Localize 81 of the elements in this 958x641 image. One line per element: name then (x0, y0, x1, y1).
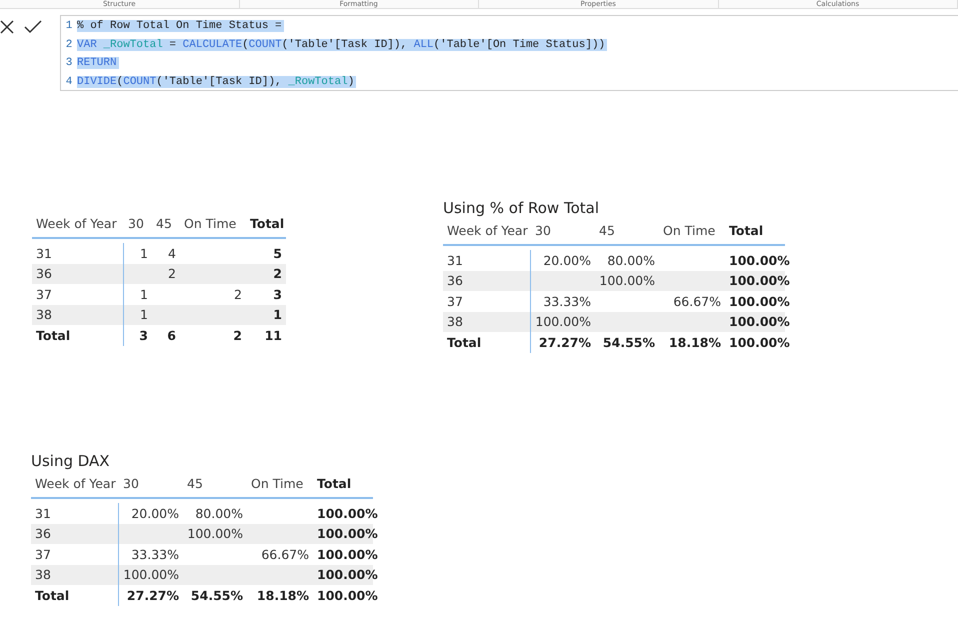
table-cell: 20.00% (131, 506, 179, 521)
table-cell: 27.27% (126, 588, 179, 603)
table-cell: 2 (234, 286, 242, 302)
column-header: Week of Year (447, 223, 528, 238)
column-header: On Time (251, 476, 304, 491)
column-header: 30 (128, 216, 144, 231)
table-cell: 4 (168, 246, 176, 261)
table-cell: 2 (273, 266, 282, 282)
visual-title: Using DAX (31, 452, 111, 470)
table-cell: 33.33% (543, 294, 591, 309)
row-header: 37 (447, 294, 463, 309)
column-header: 30 (535, 223, 551, 238)
row-header: 36 (35, 526, 51, 542)
table-cell: 2 (233, 328, 242, 343)
table-cell: 100.00% (729, 314, 790, 330)
table-cell: 100.00% (535, 314, 591, 330)
row-header: 38 (447, 314, 463, 330)
table-cell: 5 (273, 246, 282, 261)
formula-editor[interactable]: 1 % of Row Total On Time Status = 2 VAR _RowTotal = CALCULATE(COUNT('Table'[Task ID]), ALL('Table'[On Time Status])) 3 RETURN 4 DIVIDE(COUNT('Table'[Task ID]), _RowTotal) (60, 15, 958, 91)
table-cell: 100.00% (317, 506, 378, 521)
column-header: 45 (187, 476, 203, 491)
row-header: 31 (447, 252, 463, 268)
row-header: 38 (35, 567, 51, 582)
table-cell: 18.18% (668, 334, 721, 350)
table-cell: 1 (140, 286, 148, 302)
table-cell: 100.00% (729, 294, 790, 309)
row-header: 37 (35, 546, 51, 562)
table-cell: 18.18% (256, 588, 309, 603)
table-cell: 80.00% (195, 506, 243, 521)
table-cell: 54.55% (190, 588, 243, 603)
column-header: 45 (156, 216, 172, 231)
table-cell: 27.27% (538, 334, 591, 350)
commit-icon[interactable] (24, 20, 42, 34)
table-cell: 66.67% (673, 294, 721, 309)
table-cell: 100.00% (599, 273, 655, 288)
column-header: Total (250, 216, 284, 231)
table-cell: 100.00% (729, 334, 790, 350)
column-header: Week of Year (35, 476, 116, 491)
table-cell: 66.67% (261, 546, 309, 562)
column-header: 30 (123, 476, 139, 491)
table-cell: 1 (140, 246, 148, 261)
table-cell: 54.55% (602, 334, 655, 350)
table-cell: 1 (273, 307, 282, 322)
column-header: 45 (599, 223, 615, 238)
visual-title: Using % of Row Total (443, 199, 600, 217)
row-header: 36 (36, 266, 52, 282)
table-cell: 100.00% (317, 588, 378, 603)
table-cell: 1 (140, 307, 148, 322)
column-header: On Time (663, 223, 716, 238)
column-header: Total (317, 476, 352, 491)
table-cell: 3 (273, 286, 282, 302)
line-number: 4 (64, 76, 74, 88)
row-header: Total (447, 334, 482, 350)
column-header: Week of Year (36, 216, 117, 231)
table-cell: 3 (139, 328, 148, 343)
table-cell: 11 (264, 328, 282, 343)
table-cell: 100.00% (729, 252, 790, 268)
line-number: 2 (64, 38, 74, 51)
table-cell: 100.00% (729, 273, 790, 288)
row-header: 38 (36, 307, 52, 322)
row-header: Total (35, 588, 70, 603)
table-cell: 100.00% (123, 567, 179, 582)
column-header: Total (729, 223, 764, 238)
table-cell: 100.00% (317, 546, 378, 562)
table-cell: 33.33% (131, 546, 179, 562)
table-cell: 6 (167, 328, 176, 343)
table-cell: 100.00% (317, 526, 378, 542)
row-header: 36 (447, 273, 463, 288)
table-cell: 2 (168, 266, 176, 282)
table-cell: 100.00% (187, 526, 243, 542)
row-header: 37 (36, 286, 52, 302)
row-header: Total (36, 328, 70, 343)
table-cell: 80.00% (607, 252, 655, 268)
line-number: 1 (64, 20, 74, 32)
table-cell: 100.00% (317, 567, 378, 582)
table-cell: 20.00% (543, 252, 591, 268)
row-header: 31 (36, 246, 52, 261)
line-number: 3 (64, 57, 74, 70)
column-header: On Time (184, 216, 236, 231)
cancel-icon[interactable] (0, 20, 14, 34)
row-header: 31 (35, 506, 51, 521)
